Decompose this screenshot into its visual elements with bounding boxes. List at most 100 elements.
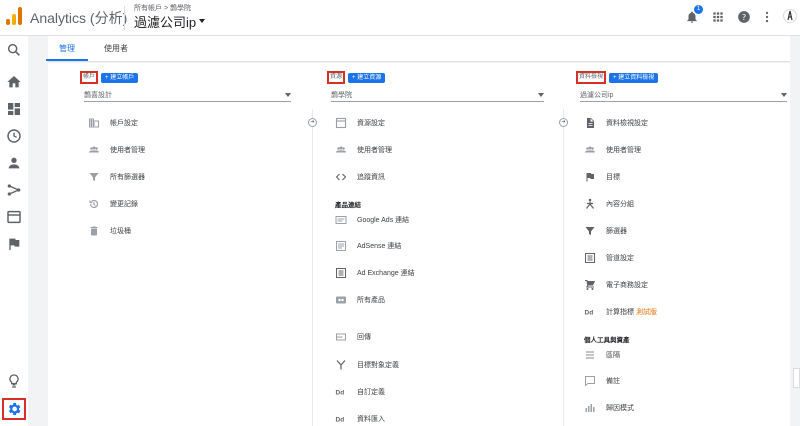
chevron-down-icon: [781, 93, 787, 97]
active-tab-indicator: [46, 59, 88, 61]
custom-definitions-label: 自訂定義: [357, 389, 385, 396]
google-ads-link-label: Google Ads 連結: [357, 217, 410, 224]
property-header: 資源 + 建立資源: [327, 71, 386, 84]
person-icon[interactable]: [6, 155, 22, 171]
property-selector-value: 鵲學院: [331, 92, 352, 99]
arrow-right-icon: ➜: [308, 118, 317, 127]
postback-label: 回傳: [357, 334, 371, 341]
side-nav: [0, 36, 28, 426]
view-selector-value: 過濾公司ip: [580, 92, 614, 99]
create-account-button[interactable]: + 建立帳戶: [101, 72, 139, 83]
create-property-label: 建立資源: [357, 74, 382, 81]
home-icon[interactable]: [6, 74, 22, 90]
clock-icon[interactable]: [6, 128, 22, 144]
people-icon: [336, 146, 346, 153]
settings-icon[interactable]: [6, 401, 22, 417]
goals-label: 目標: [606, 174, 620, 181]
help-icon[interactable]: ?: [737, 10, 751, 24]
property-column: 資源 + 建立資源 鵲學院 資源設定 使用者管理 追蹤資訊 產品連結 Googl…: [327, 63, 547, 426]
account-selector[interactable]: 鵲喜設計: [84, 90, 291, 102]
view-label: 資料檢視: [576, 71, 607, 84]
annotation-icon: [585, 376, 595, 387]
postback-icon: [336, 333, 346, 341]
ecommerce-settings-label: 電子商務設定: [606, 282, 648, 289]
tab-admin[interactable]: 管理: [59, 43, 75, 54]
adsense-icon: [336, 241, 346, 251]
ad-exchange-link-label: Ad Exchange 連結: [357, 270, 415, 277]
annotations-label: 備註: [606, 378, 620, 385]
svg-text:?: ?: [742, 12, 746, 22]
content-grouping-label: 內容分組: [606, 201, 634, 208]
audience-icon: [336, 360, 346, 370]
admin-tabs: 管理 使用者: [48, 36, 790, 62]
create-view-button[interactable]: + 建立資料檢視: [609, 72, 659, 83]
account-selector-value: 鵲喜設計: [84, 92, 112, 99]
property-label: 資源: [327, 71, 346, 84]
svg-text:Dd: Dd: [336, 417, 345, 424]
flag-icon[interactable]: [6, 236, 22, 252]
account-user-management-label: 使用者管理: [110, 147, 145, 154]
property-settings-icon: [335, 117, 347, 129]
svg-text:Dd: Dd: [585, 310, 594, 317]
channel-settings-icon: [585, 253, 595, 263]
arrow-right-icon: ➜: [559, 118, 568, 127]
analytics-logo[interactable]: [6, 7, 22, 25]
change-history-label: 變更記錄: [110, 201, 138, 208]
property-selector[interactable]: 鵲學院: [331, 90, 544, 102]
people-icon: [89, 146, 99, 153]
account-column: 帳戶 + 建立帳戶 鵲喜設計 帳戶設定 使用者管理 所有篩選器 變更記錄 垃圾桶: [80, 63, 295, 426]
code-icon: [335, 173, 347, 181]
google-ads-icon: [335, 216, 347, 224]
behavior-icon[interactable]: [6, 209, 22, 225]
filter-icon: [89, 173, 99, 181]
more-vert-icon[interactable]: [760, 10, 774, 24]
acquisition-icon[interactable]: [6, 182, 22, 198]
create-account-label: 建立帳戶: [110, 74, 135, 81]
people-icon: [585, 146, 595, 153]
top-bar: Analytics (分析) 所有帳戶 > 鵲學院 過濾公司ip 1 ?: [0, 0, 800, 36]
history-icon: [89, 199, 99, 209]
view-column: 資料檢視 + 建立資料檢視 過濾公司ip 資料檢視設定 使用者管理 目標 內容分…: [576, 63, 790, 426]
ad-exchange-icon: [336, 268, 346, 278]
trash-label: 垃圾桶: [110, 228, 131, 235]
svg-text:Dd: Dd: [336, 390, 345, 397]
tracking-info-label: 追蹤資訊: [357, 174, 385, 181]
personal-tools-heading: 個人工具與資產: [584, 337, 630, 344]
channel-settings-label: 管道設定: [606, 255, 634, 262]
view-selector[interactable]: 過濾公司ip: [134, 12, 196, 31]
chevron-down-icon: [538, 93, 544, 97]
segments-icon: [586, 351, 594, 359]
view-selector[interactable]: 過濾公司ip: [580, 90, 787, 102]
trash-icon: [90, 226, 98, 236]
account-filters-label: 所有篩選器: [110, 174, 145, 181]
property-settings-label: 資源設定: [357, 120, 385, 127]
document-icon: [587, 118, 594, 128]
dd-icon: Dd: [336, 390, 345, 397]
view-selector-caret-icon[interactable]: [199, 19, 205, 23]
dd-icon: Dd: [585, 310, 594, 317]
account-settings-label: 帳戶設定: [110, 120, 138, 127]
dd-icon: Dd: [336, 417, 345, 424]
attribution-icon: [585, 404, 595, 412]
create-property-button[interactable]: + 建立資源: [348, 72, 386, 83]
apps-icon[interactable]: [711, 10, 725, 24]
column-divider: [312, 109, 313, 426]
product-linking-heading: 產品連結: [335, 202, 361, 209]
content-grouping-icon: [586, 198, 594, 209]
lightbulb-icon[interactable]: [6, 373, 22, 389]
tab-user[interactable]: 使用者: [104, 43, 128, 54]
title-divider: [124, 6, 125, 30]
view-filters-label: 篩選器: [606, 228, 627, 235]
account-avatar[interactable]: [783, 8, 797, 24]
scrollbar[interactable]: [793, 368, 800, 388]
view-user-management-label: 使用者管理: [606, 147, 641, 154]
audience-definitions-label: 目標對象定義: [357, 362, 399, 369]
dashboard-icon[interactable]: [6, 101, 22, 117]
app-title: Analytics (分析): [30, 10, 128, 26]
account-label: 帳戶: [80, 71, 99, 84]
search-icon[interactable]: [6, 42, 22, 58]
all-products-icon: [336, 296, 346, 304]
create-view-label: 建立資料檢視: [618, 74, 655, 81]
account-header: 帳戶 + 建立帳戶: [80, 71, 139, 84]
cart-icon: [585, 280, 595, 290]
